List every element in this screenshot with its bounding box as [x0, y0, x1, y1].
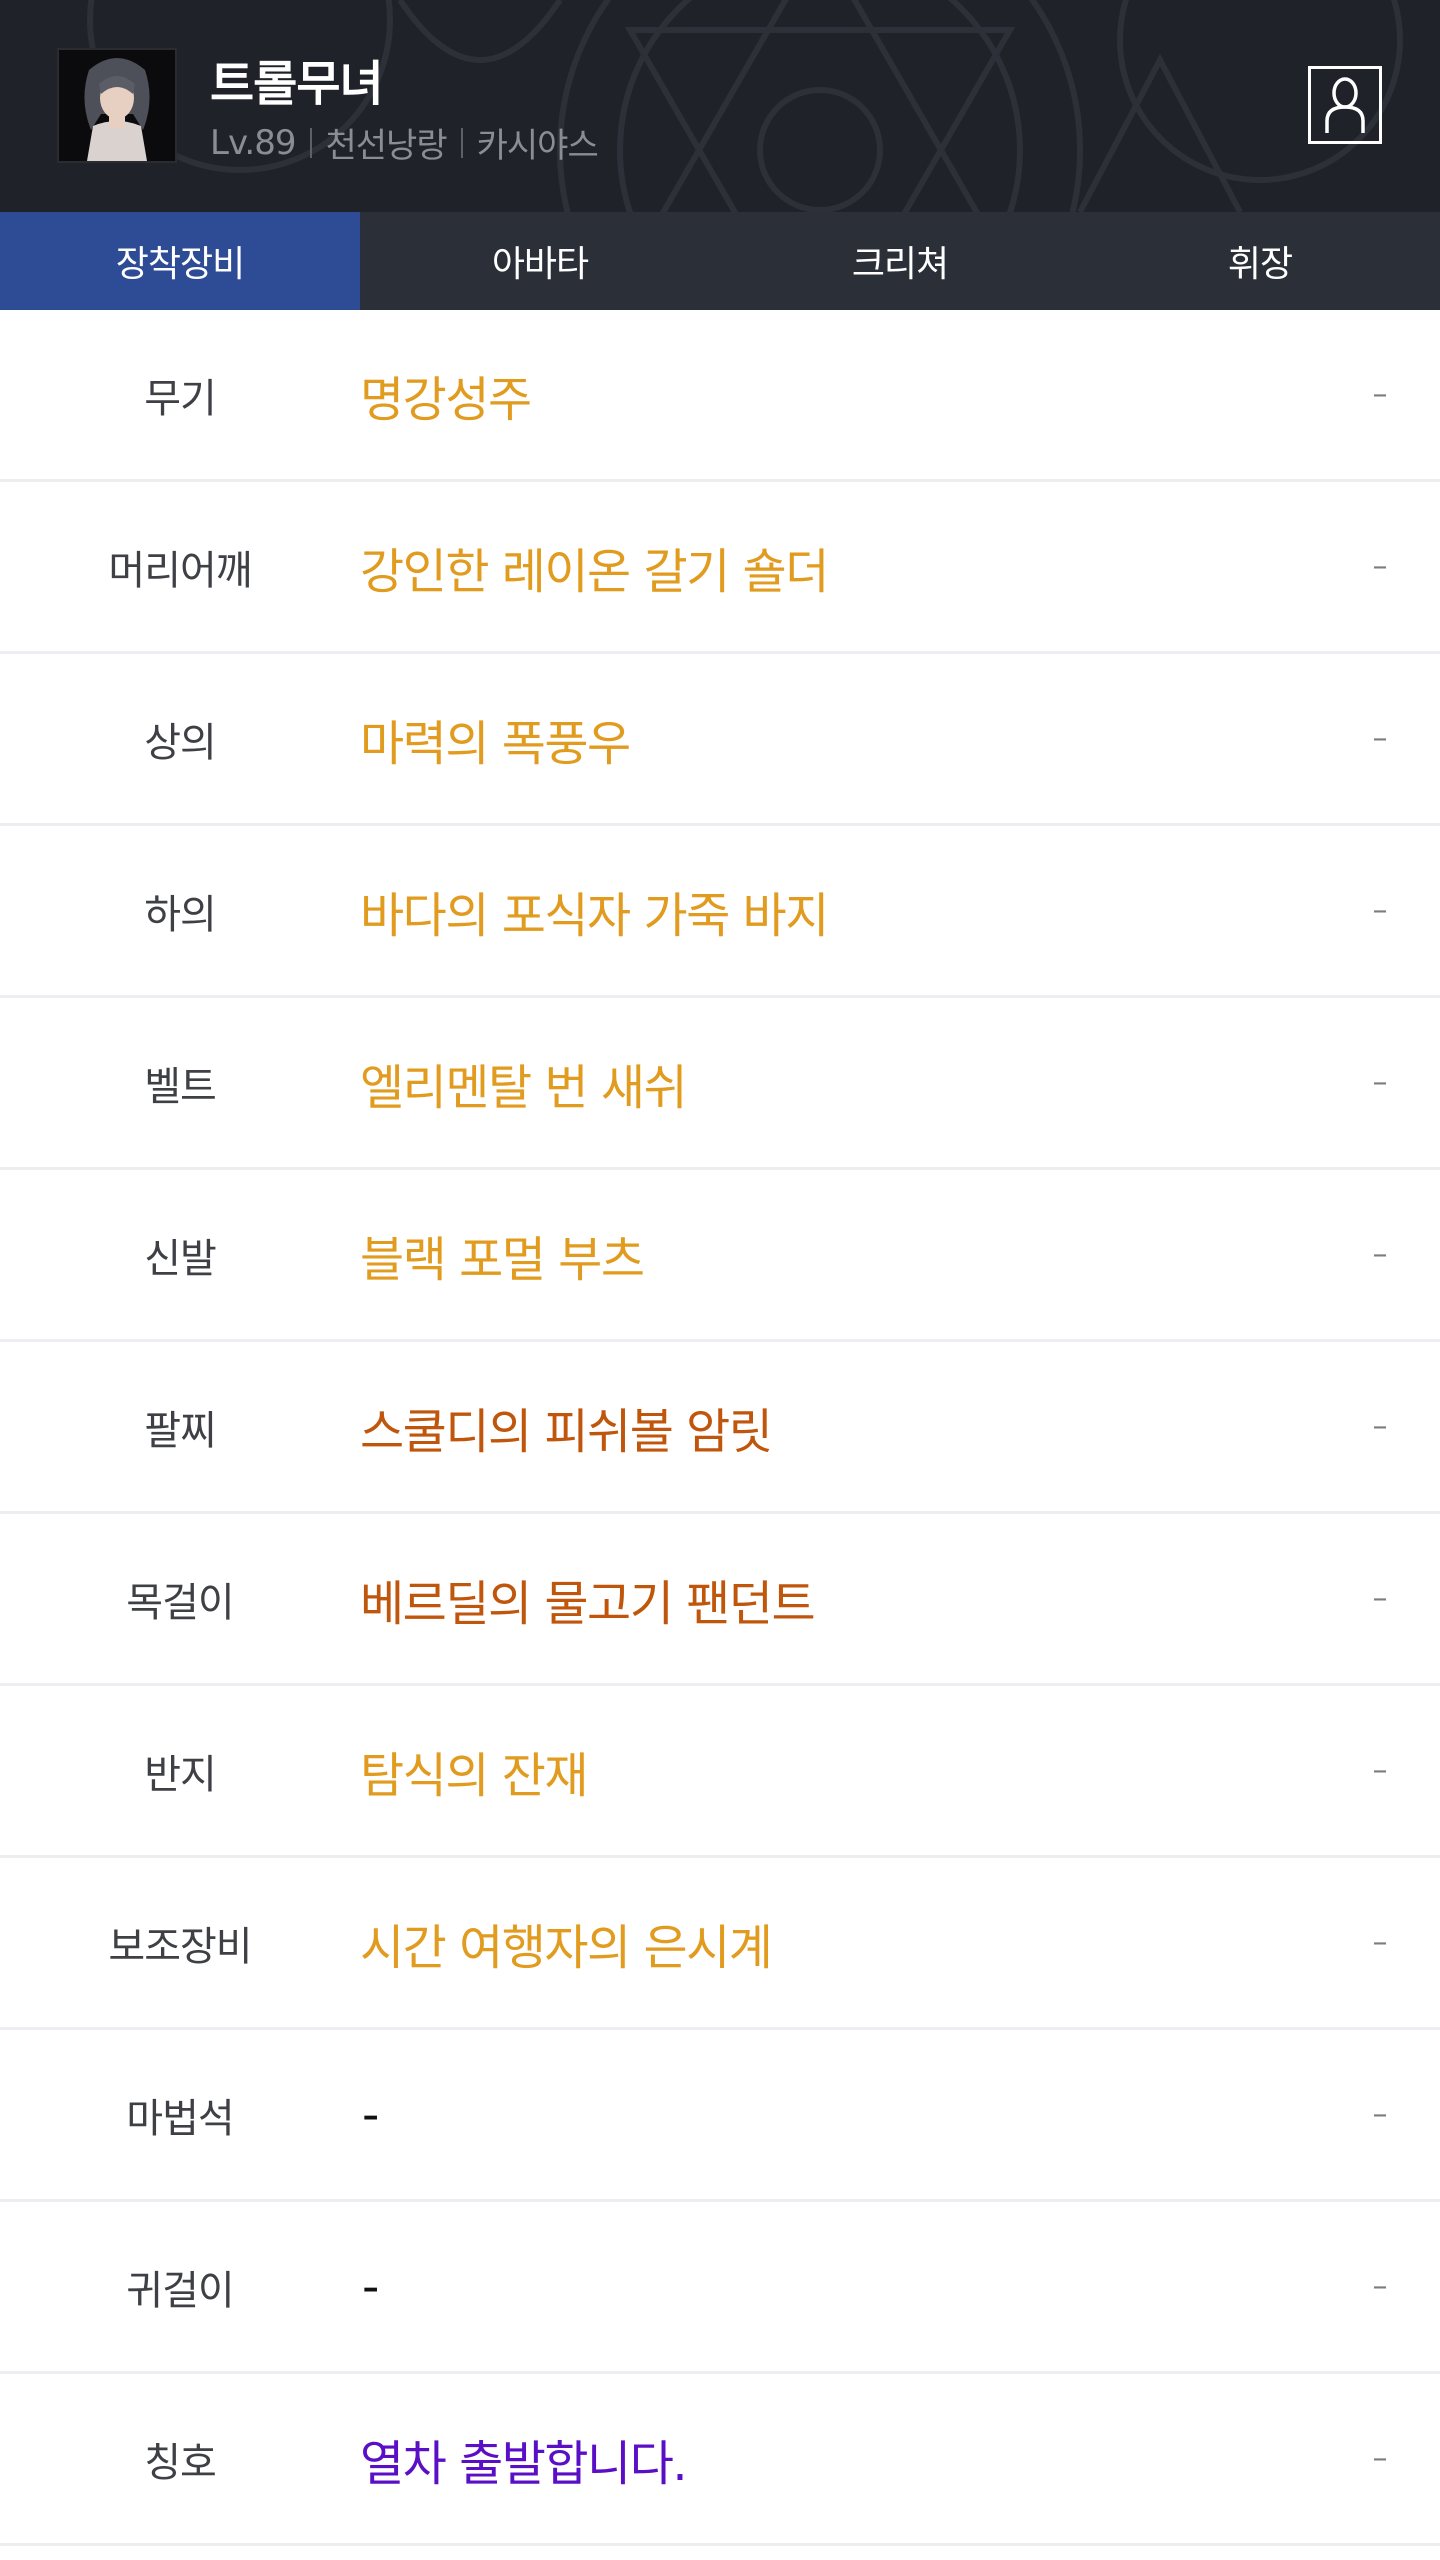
equipment-item-name[interactable]: 강인한 레이온 갈기 숄더 [360, 532, 1350, 602]
equipment-item-name[interactable]: 엘리멘탈 번 새쉬 [360, 1048, 1350, 1118]
tab-emblem[interactable]: 휘장 [1080, 212, 1440, 310]
equipment-slot-label: 상의 [144, 719, 217, 766]
row-action-dash: – [1372, 2269, 1388, 2304]
equipment-row[interactable]: 귀걸이 - – [0, 2202, 1440, 2374]
equipment-slot-label: 무기 [144, 375, 217, 422]
equipment-row[interactable]: 머리어깨 강인한 레이온 갈기 숄더 – [0, 482, 1440, 654]
row-action-dash: – [1372, 721, 1388, 756]
row-action-dash: – [1372, 893, 1388, 928]
equipment-item-name[interactable]: 열차 출발합니다. [360, 2424, 1350, 2494]
equipment-item-name[interactable]: 탐식의 잔재 [360, 1736, 1350, 1806]
meta-separator [309, 127, 312, 158]
row-action-dash: – [1372, 2097, 1388, 2132]
row-action-dash: – [1372, 1065, 1388, 1100]
equipment-slot-label: 벨트 [144, 1063, 217, 1110]
character-level: Lv.89 [210, 122, 296, 163]
equipment-item-name[interactable]: - [360, 2087, 1350, 2143]
equipment-row[interactable]: 신발 블랙 포멀 부츠 – [0, 1170, 1440, 1342]
equipment-item-name[interactable]: 베르딜의 물고기 팬던트 [360, 1564, 1350, 1634]
equipment-slot-label: 신발 [144, 1235, 217, 1282]
row-action-dash: – [1372, 549, 1388, 584]
equipment-item-name[interactable]: - [360, 2259, 1350, 2315]
person-outline-icon [1325, 77, 1365, 133]
equipment-slot-label: 목걸이 [126, 1579, 234, 1626]
equipment-item-name[interactable]: 스쿨디의 피쉬볼 암릿 [360, 1392, 1350, 1462]
row-action-dash: – [1372, 1925, 1388, 1960]
tab-equipment[interactable]: 장착장비 [0, 212, 360, 310]
tab-bar: 장착장비 아바타 크리쳐 휘장 [0, 212, 1440, 310]
row-action-dash: – [1372, 1409, 1388, 1444]
row-action-dash: – [1372, 377, 1388, 412]
equipment-item-name[interactable]: 바다의 포식자 가죽 바지 [360, 876, 1350, 946]
tab-creature[interactable]: 크리쳐 [720, 212, 1080, 310]
character-name: 트롤무녀 [210, 56, 384, 112]
meta-separator [460, 127, 463, 158]
row-action-dash: – [1372, 1753, 1388, 1788]
equipment-item-name[interactable]: 명강성주 [360, 360, 1350, 430]
equipment-slot-label: 하의 [144, 891, 217, 938]
character-class: 천선낭랑 [325, 126, 448, 166]
equipment-list: 무기 명강성주 – 머리어깨 강인한 레이온 갈기 숄더 – 상의 마력의 폭풍우 – 하의 바다의… [0, 310, 1440, 2546]
equipment-row[interactable]: 마법석 - – [0, 2030, 1440, 2202]
equipment-slot-label: 머리어깨 [108, 547, 252, 594]
equipment-slot-label: 귀걸이 [126, 2267, 234, 2314]
equipment-item-name[interactable]: 블랙 포멀 부츠 [360, 1220, 1350, 1290]
equipment-slot-label: 보조장비 [108, 1923, 252, 1970]
equipment-row[interactable]: 벨트 엘리멘탈 번 새쉬 – [0, 998, 1440, 1170]
equipment-row[interactable]: 하의 바다의 포식자 가죽 바지 – [0, 826, 1440, 998]
equipment-slot-label: 팔찌 [144, 1407, 217, 1454]
profile-button[interactable] [1308, 66, 1382, 144]
equipment-row[interactable]: 목걸이 베르딜의 물고기 팬던트 – [0, 1514, 1440, 1686]
character-header: 트롤무녀 Lv.89 천선낭랑 카시야스 [0, 0, 1440, 212]
equipment-row[interactable]: 팔찌 스쿨디의 피쉬볼 암릿 – [0, 1342, 1440, 1514]
equipment-row[interactable]: 상의 마력의 폭풍우 – [0, 654, 1440, 826]
equipment-row[interactable]: 보조장비 시간 여행자의 은시계 – [0, 1858, 1440, 2030]
equipment-slot-label: 칭호 [144, 2439, 217, 2486]
character-server: 카시야스 [476, 126, 599, 166]
row-action-dash: – [1372, 1581, 1388, 1616]
row-action-dash: – [1372, 1237, 1388, 1272]
equipment-item-name[interactable]: 시간 여행자의 은시계 [360, 1908, 1350, 1978]
row-action-dash: – [1372, 2441, 1388, 2476]
character-meta: Lv.89 천선낭랑 카시야스 [210, 118, 599, 167]
character-portrait [57, 48, 177, 163]
equipment-row[interactable]: 무기 명강성주 – [0, 310, 1440, 482]
equipment-slot-label: 반지 [144, 1751, 217, 1798]
equipment-slot-label: 마법석 [126, 2095, 234, 2142]
equipment-row[interactable]: 칭호 열차 출발합니다. – [0, 2374, 1440, 2546]
tab-avatar[interactable]: 아바타 [360, 212, 720, 310]
equipment-item-name[interactable]: 마력의 폭풍우 [360, 704, 1350, 774]
equipment-row[interactable]: 반지 탐식의 잔재 – [0, 1686, 1440, 1858]
